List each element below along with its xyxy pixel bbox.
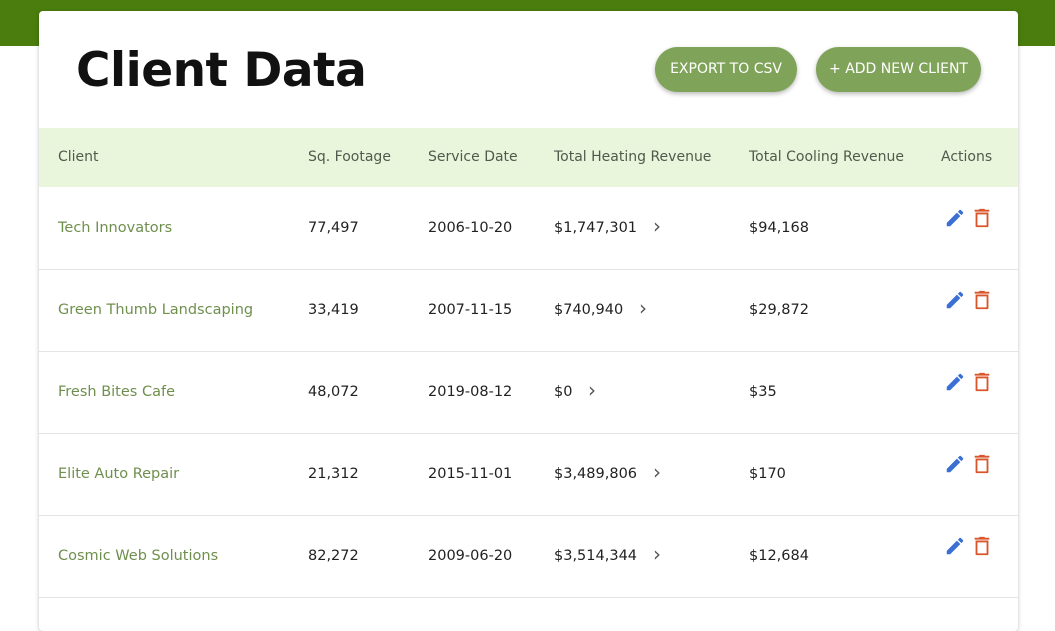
cooling-revenue-cell: $35 [749,384,777,400]
sq-footage-cell: 33,419 [308,302,359,318]
pencil-icon[interactable] [944,207,966,229]
column-header-sq-footage[interactable]: Sq. Footage [308,128,391,187]
heating-revenue-cell: $3,514,344 [554,515,637,597]
pencil-icon[interactable] [944,289,966,311]
heating-revenue-value: $3,489,806 [554,466,638,482]
heating-revenue-value: $0 [554,384,573,400]
chevron-right-icon[interactable]: › [639,269,647,347]
trash-icon[interactable] [971,535,993,557]
row-actions [923,351,1018,434]
client-name-link[interactable]: Green Thumb Landscaping [58,269,253,351]
client-name-link[interactable]: Fresh Bites Cafe [58,351,175,433]
trash-icon[interactable] [971,289,993,311]
table-row: Fresh Bites Cafe 48,072 2019-08-12 $0 › … [39,351,923,434]
trash-icon[interactable] [971,371,993,393]
row-actions [923,269,1018,352]
service-date-cell: 2006-10-20 [428,220,513,236]
row-actions [923,187,1018,270]
column-header-heating-revenue[interactable]: Total Heating Revenue [554,128,711,187]
pencil-icon[interactable] [944,535,966,557]
chevron-right-icon[interactable]: › [588,351,596,429]
service-date-cell: 2019-08-12 [428,384,513,400]
pencil-icon[interactable] [944,453,966,475]
table-row: Tech Innovators 77,497 2006-10-20 $1,747… [39,187,923,270]
service-date-cell: 2009-06-20 [428,548,513,564]
export-csv-button[interactable]: EXPORT TO CSV [655,47,797,92]
column-header-service-date[interactable]: Service Date [428,128,518,187]
cooling-revenue-cell: $12,684 [749,548,809,564]
sq-footage-cell: 48,072 [308,384,359,400]
table-header: Client Sq. Footage Service Date Total He… [39,128,1018,187]
trash-icon[interactable] [971,207,993,229]
heating-revenue-value: $3,514,344 [554,548,638,564]
heating-revenue-cell: $740,940 [554,269,623,351]
heating-revenue-cell: $3,489,806 [554,433,637,515]
heating-revenue-cell: $1,747,301 [554,187,637,269]
row-actions [923,433,1018,516]
trash-icon[interactable] [971,453,993,475]
chevron-right-icon[interactable]: › [653,433,661,511]
client-data-card: Client Data EXPORT TO CSV + ADD NEW CLIE… [39,11,1018,631]
chevron-right-icon[interactable]: › [653,187,661,265]
column-header-client[interactable]: Client [58,128,99,187]
sq-footage-cell: 77,497 [308,220,359,236]
row-actions [923,515,1018,598]
page-title: Client Data [76,43,367,98]
table-row: Green Thumb Landscaping 33,419 2007-11-1… [39,269,923,352]
sq-footage-cell: 21,312 [308,466,359,482]
client-name-link[interactable]: Elite Auto Repair [58,433,179,515]
chevron-right-icon[interactable]: › [653,515,661,593]
cooling-revenue-cell: $29,872 [749,302,809,318]
heating-revenue-value: $1,747,301 [554,220,638,236]
heating-revenue-value: $740,940 [554,302,624,318]
client-name-link[interactable]: Cosmic Web Solutions [58,515,218,597]
sq-footage-cell: 82,272 [308,548,359,564]
cooling-revenue-cell: $170 [749,466,786,482]
table-row: Cosmic Web Solutions 82,272 2009-06-20 $… [39,515,923,598]
column-header-cooling-revenue[interactable]: Total Cooling Revenue [749,128,904,187]
cooling-revenue-cell: $94,168 [749,220,809,236]
service-date-cell: 2007-11-15 [428,302,513,318]
heating-revenue-cell: $0 [554,351,572,433]
client-name-link[interactable]: Tech Innovators [58,187,172,269]
service-date-cell: 2015-11-01 [428,466,513,482]
column-header-actions: Actions [941,149,993,165]
add-client-button[interactable]: + ADD NEW CLIENT [816,47,981,92]
table-row: Elite Auto Repair 21,312 2015-11-01 $3,4… [39,433,923,516]
pencil-icon[interactable] [944,371,966,393]
